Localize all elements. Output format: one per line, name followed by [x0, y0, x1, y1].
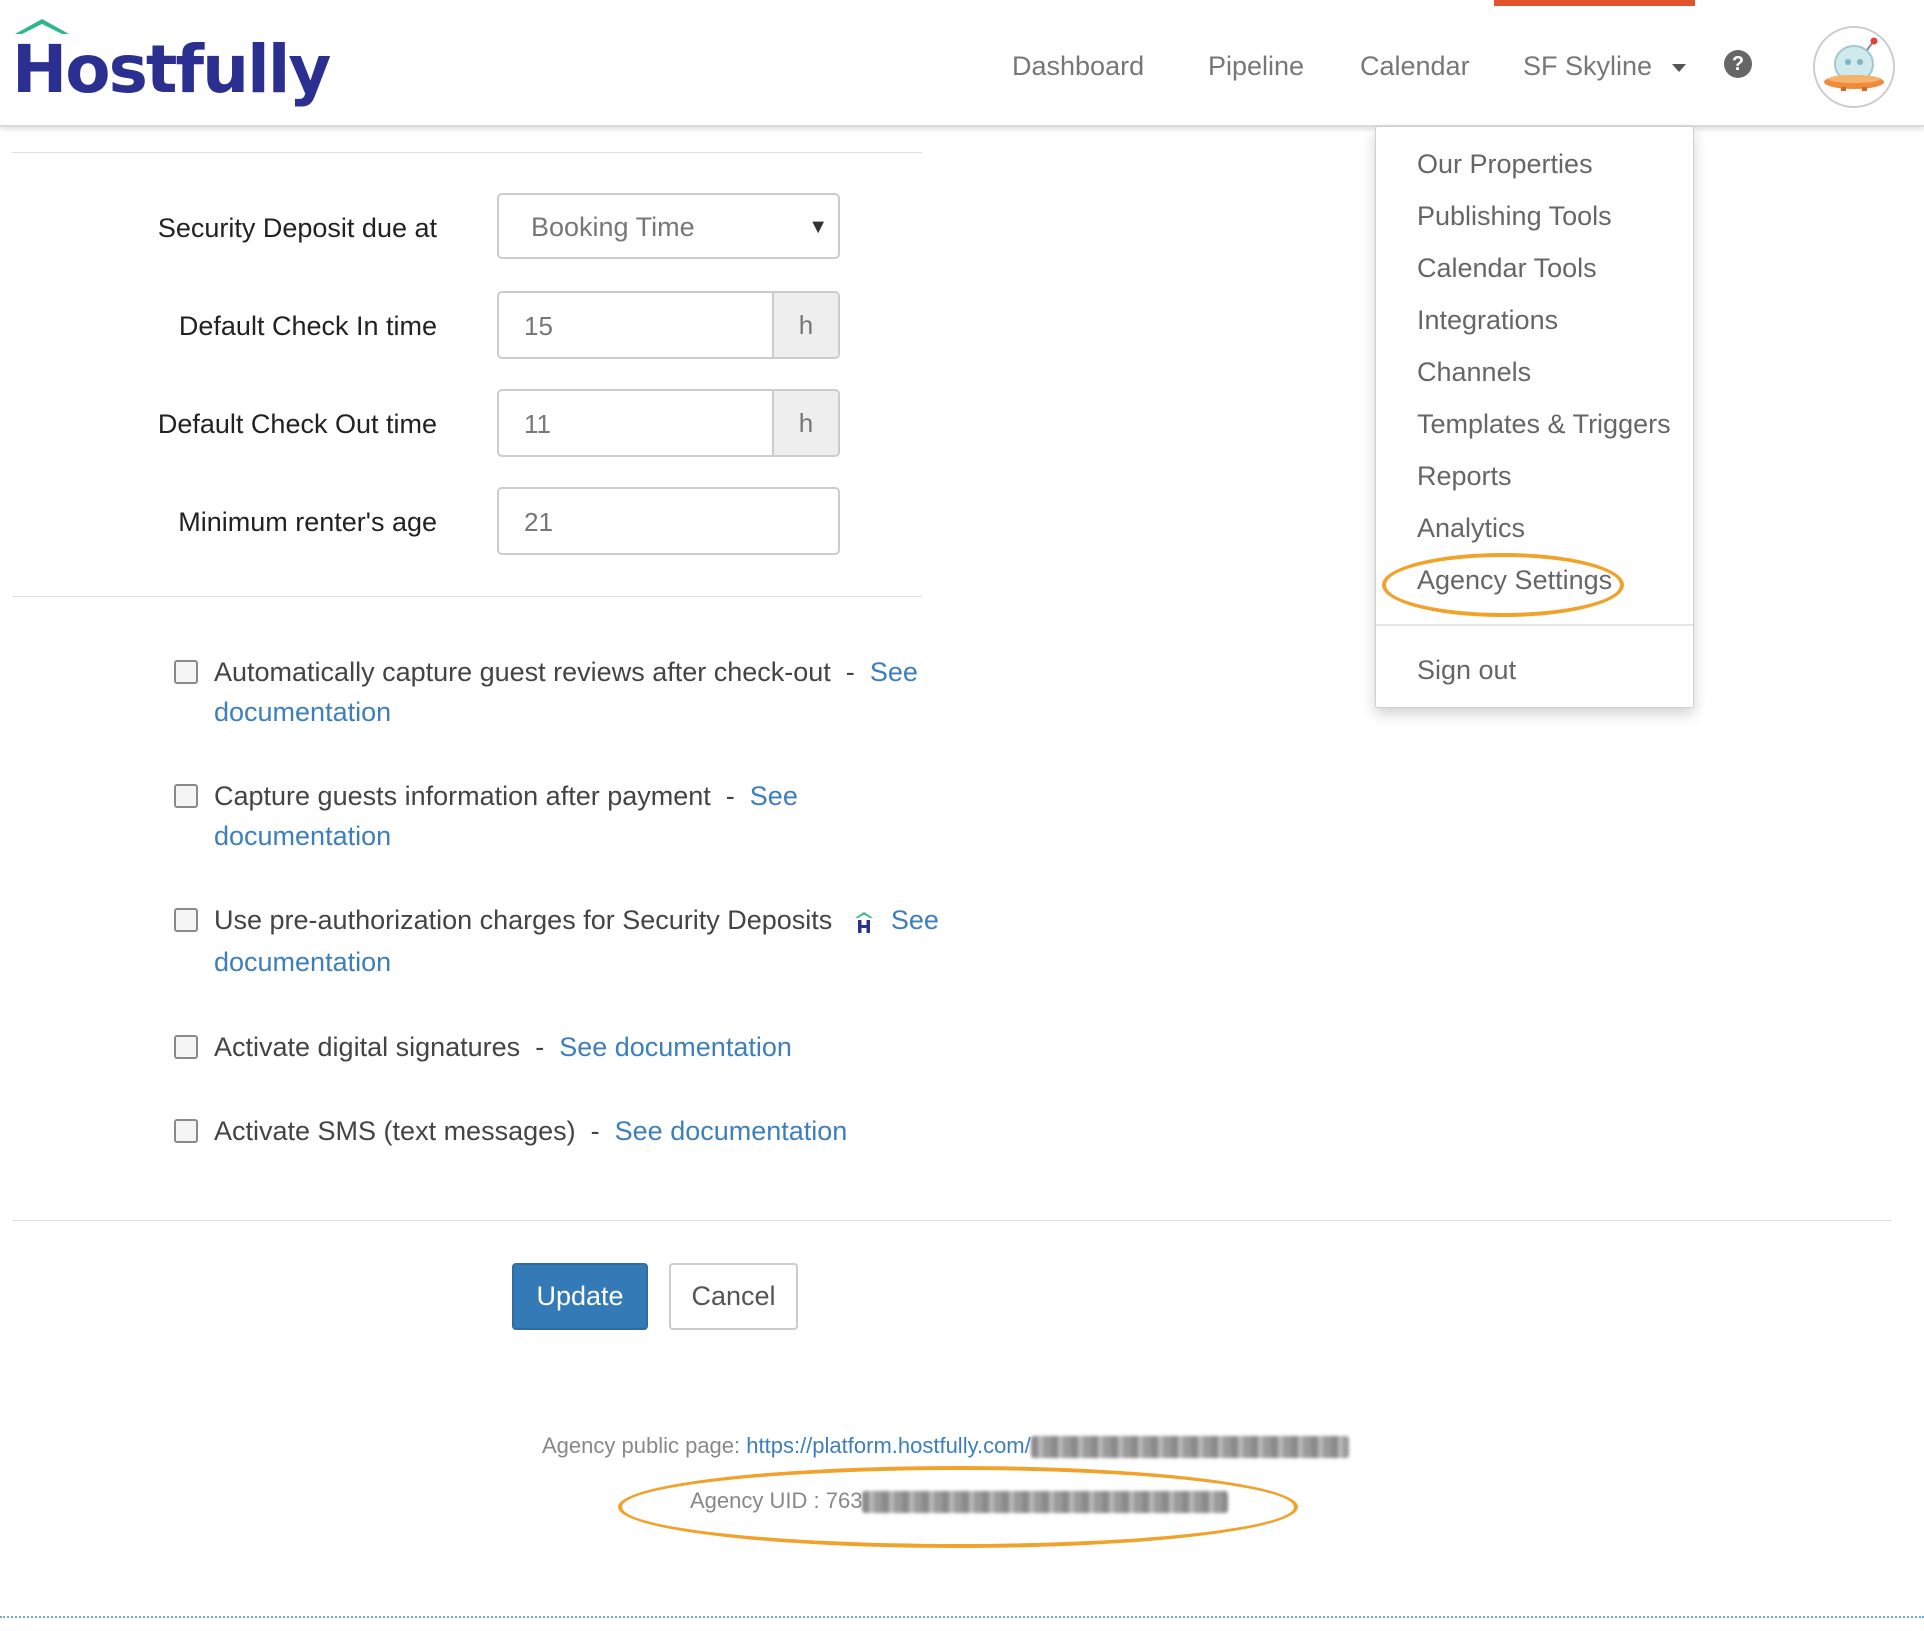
- check-out-label: Default Check Out time: [157, 409, 437, 439]
- menu-item-our-properties[interactable]: Our Properties: [1417, 146, 1593, 182]
- option-label: Capture guests information after payment: [214, 781, 711, 811]
- min-age-value: 21: [524, 507, 553, 537]
- check-in-value: 15: [524, 311, 553, 341]
- auto-capture-reviews-text: Automatically capture guest reviews afte…: [214, 652, 918, 692]
- menu-item-sign-out[interactable]: Sign out: [1417, 652, 1516, 688]
- check-in-input[interactable]: 15 h: [497, 291, 840, 359]
- menu-item-agency-settings[interactable]: Agency Settings: [1417, 562, 1612, 598]
- separator: -: [590, 1116, 600, 1146]
- section-divider-top: [12, 152, 922, 153]
- menu-item-reports[interactable]: Reports: [1417, 458, 1512, 494]
- top-navbar: Hostfully Dashboard Pipeline Calendar SF…: [0, 0, 1924, 127]
- menu-item-channels[interactable]: Channels: [1417, 354, 1531, 390]
- check-out-unit-addon: h: [772, 391, 838, 455]
- dropdown-arrow-icon: ▼: [808, 216, 828, 238]
- security-deposit-label: Security Deposit due at: [157, 213, 437, 243]
- menu-item-analytics[interactable]: Analytics: [1417, 510, 1525, 546]
- see-documentation-link[interactable]: See documentation: [559, 1032, 792, 1062]
- redacted-uid-blur: [862, 1491, 1229, 1514]
- sms-text: Activate SMS (text messages) - See docum…: [214, 1111, 847, 1151]
- separator: -: [725, 781, 735, 811]
- option-label: Activate digital signatures: [214, 1032, 521, 1062]
- check-out-input[interactable]: 11 h: [497, 389, 840, 457]
- redacted-url-blur: [1030, 1436, 1349, 1459]
- cancel-button[interactable]: Cancel: [669, 1263, 798, 1330]
- min-age-label: Minimum renter's age: [178, 507, 437, 537]
- public-page-link[interactable]: https://platform.hostfully.com/: [746, 1433, 1030, 1458]
- capture-guest-info-checkbox[interactable]: [174, 784, 198, 808]
- digital-signatures-checkbox[interactable]: [174, 1035, 198, 1059]
- caret-down-icon: [1671, 63, 1686, 72]
- avatar[interactable]: [1813, 26, 1895, 108]
- active-tab-indicator: [1494, 0, 1695, 6]
- documentation-link[interactable]: documentation: [214, 821, 391, 851]
- see-documentation-link[interactable]: See: [870, 657, 918, 687]
- see-documentation-link[interactable]: See documentation: [615, 1116, 848, 1146]
- ufo-avatar-icon: [1815, 28, 1893, 106]
- menu-divider: [1376, 624, 1693, 626]
- agency-uid-label: Agency UID : 763: [690, 1488, 863, 1513]
- check-in-label: Default Check In time: [178, 311, 437, 341]
- check-in-unit-addon: h: [772, 293, 838, 357]
- pre-authorization-text: Use pre-authorization charges for Securi…: [214, 900, 939, 940]
- update-button[interactable]: Update: [512, 1263, 648, 1330]
- agency-public-page: Agency public page: https://platform.hos…: [542, 1431, 1349, 1461]
- security-deposit-value: Booking Time: [531, 212, 695, 242]
- hostfully-logo-icon: [855, 912, 874, 933]
- min-age-input[interactable]: 21: [497, 487, 840, 555]
- option-label: Automatically capture guest reviews afte…: [214, 657, 831, 687]
- documentation-link[interactable]: documentation: [214, 947, 391, 977]
- digital-signatures-text: Activate digital signatures - See docume…: [214, 1027, 792, 1067]
- section-divider-bottom: [12, 1220, 1892, 1221]
- see-documentation-link[interactable]: See: [891, 905, 939, 935]
- menu-item-templates-triggers[interactable]: Templates & Triggers: [1417, 406, 1671, 442]
- question-circle-icon[interactable]: ?: [1724, 50, 1752, 78]
- auto-capture-reviews-checkbox[interactable]: [174, 660, 198, 684]
- agency-uid: Agency UID : 763: [690, 1486, 1229, 1516]
- menu-item-publishing-tools[interactable]: Publishing Tools: [1417, 198, 1612, 234]
- nav-account-dropdown[interactable]: SF Skyline: [1523, 48, 1686, 84]
- capture-guest-info-doc-line: documentation: [214, 816, 391, 856]
- capture-guest-info-text: Capture guests information after payment…: [214, 776, 798, 816]
- option-label: Activate SMS (text messages): [214, 1116, 576, 1146]
- menu-item-integrations[interactable]: Integrations: [1417, 302, 1558, 338]
- auto-capture-reviews-doc-line: documentation: [214, 692, 391, 732]
- logo-text: Hostfully: [12, 31, 331, 108]
- security-deposit-select[interactable]: Booking Time ▼: [497, 193, 840, 259]
- menu-item-calendar-tools[interactable]: Calendar Tools: [1417, 250, 1597, 286]
- see-documentation-link[interactable]: See: [750, 781, 798, 811]
- nav-dashboard[interactable]: Dashboard: [1012, 48, 1144, 84]
- documentation-link[interactable]: documentation: [214, 697, 391, 727]
- option-label: Use pre-authorization charges for Securi…: [214, 905, 833, 935]
- separator: -: [535, 1032, 545, 1062]
- pre-authorization-doc-line: documentation: [214, 942, 391, 982]
- check-out-value: 11: [524, 409, 551, 439]
- separator: -: [845, 657, 855, 687]
- pre-authorization-checkbox[interactable]: [174, 908, 198, 932]
- sms-checkbox[interactable]: [174, 1119, 198, 1143]
- nav-calendar[interactable]: Calendar: [1360, 48, 1470, 84]
- account-dropdown-menu: Our Properties Publishing Tools Calendar…: [1375, 126, 1694, 708]
- public-page-label: Agency public page:: [542, 1433, 741, 1458]
- page: Hostfully Dashboard Pipeline Calendar SF…: [0, 0, 1924, 1631]
- hostfully-logo[interactable]: Hostfully: [12, 18, 331, 108]
- nav-pipeline[interactable]: Pipeline: [1208, 48, 1304, 84]
- section-divider-middle: [12, 596, 922, 597]
- account-name: SF Skyline: [1523, 51, 1653, 81]
- bottom-dotted-border: [0, 1616, 1924, 1618]
